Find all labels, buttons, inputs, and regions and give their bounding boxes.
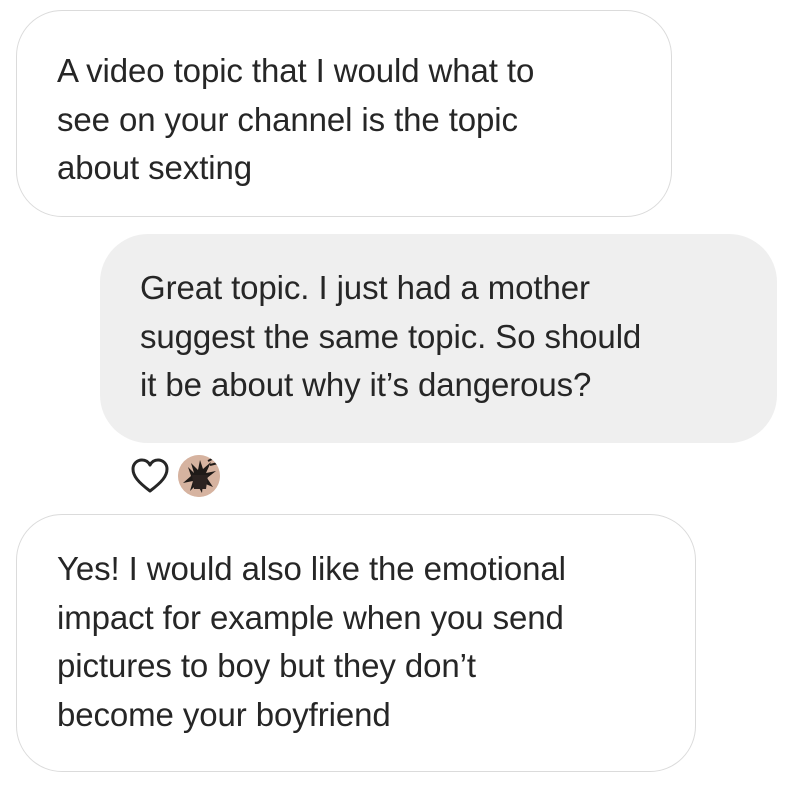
message-text-line: see on your channel is the topic: [57, 100, 518, 138]
message-text-line: suggest the same topic. So should: [140, 317, 642, 355]
avatar[interactable]: [178, 455, 220, 497]
message-bubble-sent[interactable]: Great topic. I just had a mother suggest…: [100, 234, 777, 443]
message-bubble-received[interactable]: A video topic that I would what to see o…: [16, 10, 672, 217]
heart-outline-icon[interactable]: [130, 457, 170, 495]
message-text-line: become your boyfriend: [57, 695, 391, 733]
message-bubble-received[interactable]: Yes! I would also like the emotional imp…: [16, 514, 696, 772]
message-text-line: impact for example when you send: [57, 598, 564, 636]
message-text-line: A video topic that I would what to: [57, 52, 535, 89]
message-text-line: pictures to boy but they don’t: [57, 647, 476, 684]
message-text-line: it be about why it’s dangerous?: [140, 366, 592, 403]
avatar-image: [178, 455, 220, 497]
message-text-line: about sexting: [57, 149, 253, 186]
message-text-line: Great topic. I just had a mother: [140, 269, 590, 306]
message-text-line: Yes! I would also like the emotional: [57, 550, 566, 587]
message-reaction[interactable]: [130, 453, 240, 499]
